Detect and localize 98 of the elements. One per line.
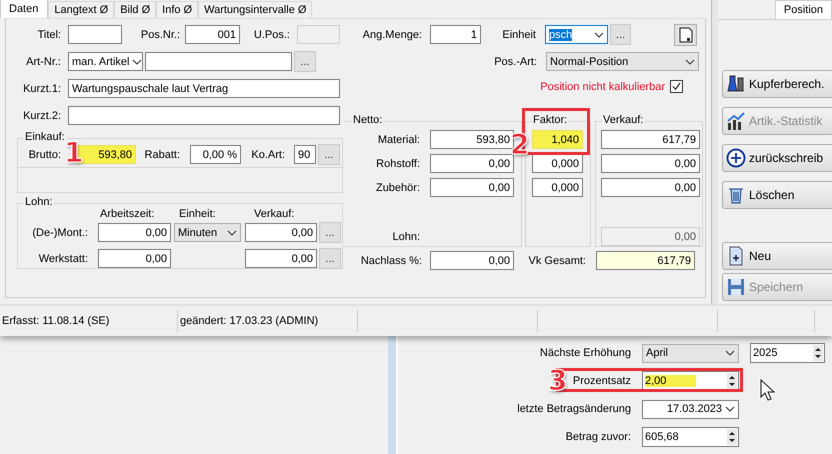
dropdown[interactable]: man. Artikel — [68, 52, 143, 71]
input-field[interactable] — [68, 25, 122, 44]
field-label: Ang.Menge: — [362, 28, 422, 40]
input-field[interactable]: 0,000 — [532, 178, 583, 197]
tab[interactable]: Langtext Ø — [48, 1, 114, 18]
flask-icon — [726, 74, 746, 94]
dropdown[interactable]: psch — [545, 25, 608, 44]
field-label: Titel: — [36, 28, 61, 40]
status-text: geändert: 17.03.23 (ADMIN) — [178, 310, 358, 332]
action-button[interactable]: Kupferberech. — [722, 70, 832, 98]
field-label: U.Pos.: — [252, 28, 290, 40]
column-header: Arbeitszeit: — [100, 208, 156, 220]
document-icon — [678, 26, 692, 42]
input-field[interactable]: 0,00 — [245, 223, 317, 242]
action-button[interactable]: Löschen — [722, 181, 832, 209]
input-field[interactable]: 0,00 — [430, 178, 514, 197]
field-label: Kurzt.2: — [22, 110, 61, 122]
field-label: Ko.Art: — [250, 148, 285, 160]
dropdown[interactable]: Minuten — [174, 223, 241, 242]
input-field[interactable]: 90 — [294, 145, 316, 164]
field-label: Pos.Nr.: — [140, 28, 180, 40]
plus-circle-icon — [726, 148, 746, 168]
input-field[interactable]: 0,000 — [532, 154, 583, 173]
dropdown[interactable]: April — [642, 344, 739, 362]
browse-button[interactable]: ... — [318, 144, 340, 165]
field-label: Betrag zuvor: — [564, 431, 632, 443]
field-label: Werkstatt: — [38, 252, 88, 264]
tab[interactable]: Info Ø — [156, 1, 198, 18]
input-field[interactable]: 0,00 — [245, 249, 317, 268]
browse-button[interactable]: ... — [294, 51, 316, 72]
input-field[interactable]: 0,00 — [430, 251, 514, 270]
checkbox[interactable] — [670, 80, 683, 93]
field-label: (De-)Mont.: — [31, 226, 88, 238]
chevron-icon — [594, 32, 604, 38]
tab[interactable]: Wartungsintervalle Ø — [198, 1, 312, 18]
mouse-pointer-icon — [760, 379, 776, 401]
group-title: Verkauf: — [602, 114, 644, 126]
field-label: Einheit — [501, 28, 536, 40]
chevron-icon — [685, 58, 695, 64]
input-field[interactable]: 617,79 — [601, 130, 700, 149]
field-label: Material: — [376, 134, 420, 146]
field-label: Vk Gesamt: — [528, 254, 586, 266]
input-field[interactable]: 1,040 — [532, 130, 583, 149]
input-field[interactable]: 0,00 — [430, 154, 514, 173]
chevron-icon — [725, 350, 735, 356]
column-header: Verkauf: — [253, 208, 294, 220]
group-title: Einkauf: — [24, 131, 66, 143]
warning-label: Position nicht kalkulierbar — [540, 80, 665, 92]
document-button[interactable] — [674, 24, 697, 46]
input-field[interactable]: 001 — [185, 25, 240, 44]
spin-arrows-icon — [727, 429, 737, 445]
browse-button[interactable]: ... — [610, 24, 631, 45]
action-button[interactable]: zurückschreib — [722, 144, 832, 172]
group-title: Faktor: — [532, 114, 568, 126]
group-title: Netto: — [352, 114, 384, 126]
input-field[interactable]: 617,79 — [596, 251, 695, 270]
spin-arrows-icon — [727, 373, 737, 389]
browse-button[interactable]: ... — [319, 222, 341, 243]
field-label: Art-Nr.: — [25, 56, 61, 68]
date-field[interactable]: 17.03.2023 — [642, 400, 739, 418]
field-label: Pos.-Art: — [493, 56, 537, 68]
spin-arrows-icon — [813, 345, 823, 361]
group-title: Lohn: — [24, 196, 54, 208]
field-label: Nachlass %: — [360, 254, 422, 266]
field-label: Zubehör: — [374, 182, 420, 194]
field-label: Nächste Erhöhung — [538, 347, 632, 359]
field-label: Kurzt.1: — [22, 82, 61, 94]
tab[interactable]: Daten — [0, 0, 48, 18]
chevron-icon — [132, 58, 142, 64]
input-field[interactable]: 0,00 % — [190, 145, 241, 164]
field-label: Rabatt: — [144, 148, 180, 160]
status-text: Erfasst: 11.08.14 (SE) — [0, 310, 178, 332]
input-field[interactable]: 0,00 — [98, 223, 171, 242]
tab[interactable]: Bild Ø — [114, 1, 156, 18]
input-field[interactable] — [145, 52, 292, 71]
bar-chart-icon — [726, 111, 746, 131]
input-field[interactable]: 1 — [430, 25, 481, 44]
field-label: Lohn: — [391, 230, 420, 242]
tab[interactable]: Position — [774, 0, 832, 19]
input-field[interactable]: 593,80 — [430, 130, 514, 149]
dropdown[interactable]: Normal-Position — [546, 52, 699, 71]
chevron-icon — [227, 230, 237, 236]
field-label: Prozentsatz — [572, 375, 632, 387]
browse-button[interactable]: ... — [319, 248, 341, 269]
input-field[interactable]: 0,00 — [98, 249, 171, 268]
column-header: Einheit: — [178, 208, 217, 220]
spin-field[interactable]: 2025 — [750, 343, 825, 363]
input-field[interactable]: Wartungspauschale laut Vertrag — [68, 79, 340, 98]
action-button[interactable]: Neu — [722, 242, 832, 270]
input-field[interactable] — [68, 106, 340, 125]
field-label: letzte Betragsänderung — [516, 403, 632, 415]
chevron-icon — [725, 406, 735, 412]
input-field[interactable]: 0,00 — [601, 178, 700, 197]
spin-field[interactable]: 2,00 — [642, 371, 739, 391]
field-label: Brutto: — [28, 148, 61, 160]
field-label: Rohstoff: — [375, 158, 420, 170]
spin-field[interactable]: 605,68 — [642, 427, 739, 447]
input-field[interactable]: 0,00 — [601, 154, 700, 173]
